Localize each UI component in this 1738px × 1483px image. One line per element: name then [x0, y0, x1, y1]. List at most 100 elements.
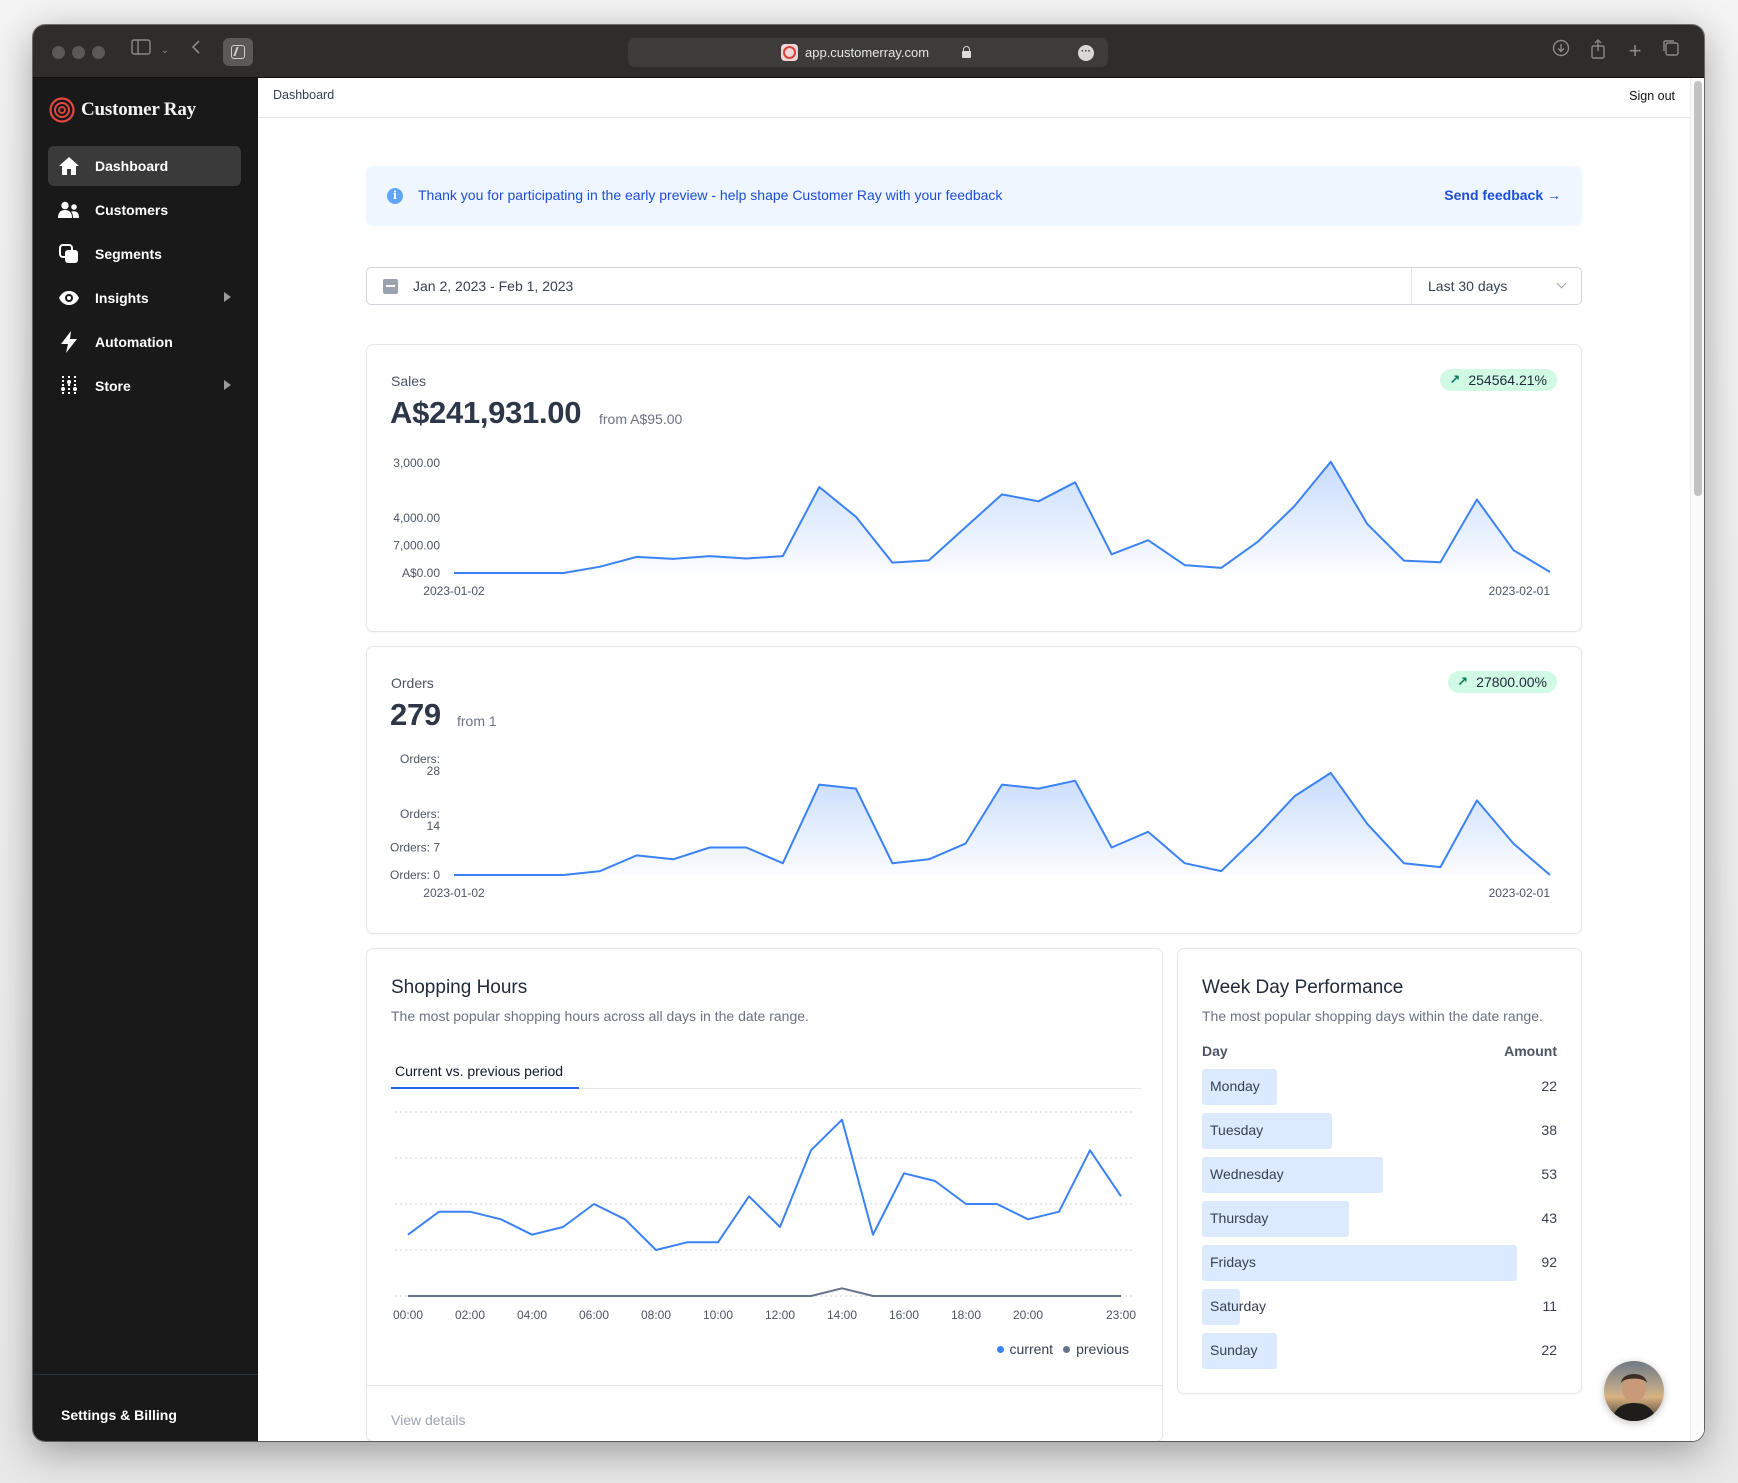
sidebar-item-customers[interactable]: Customers — [48, 190, 241, 230]
send-feedback-link[interactable]: Send feedback → — [1444, 187, 1561, 203]
customer-ray-logo-icon — [49, 97, 75, 123]
x-tick-label: 12:00 — [765, 1308, 795, 1322]
sidebar-nav: Dashboard Customers Segments Insights Au… — [48, 146, 241, 410]
legend-label: previous — [1076, 1341, 1129, 1357]
week-day-name: Sunday — [1210, 1342, 1258, 1358]
chevron-down-icon[interactable]: ⌄ — [159, 39, 171, 63]
zoom-window-button[interactable] — [92, 46, 105, 59]
sidebar-item-store[interactable]: Store — [48, 366, 241, 406]
user-avatar[interactable] — [1604, 1361, 1664, 1421]
calendar-icon — [383, 279, 398, 294]
sales-card: Sales A$241,931.00 from A$95.00 ↗ 254564… — [366, 344, 1582, 632]
share-icon[interactable] — [1588, 39, 1608, 63]
week-day-subtitle: The most popular shopping days within th… — [1202, 1008, 1543, 1024]
x-tick-label: 00:00 — [393, 1308, 423, 1322]
chevron-down-icon — [1556, 278, 1567, 289]
main-area: Dashboard Sign out i Thank you for parti… — [258, 78, 1704, 1441]
x-tick-label-end: 2023-02-01 — [1489, 886, 1551, 900]
week-day-name: Wednesday — [1210, 1166, 1284, 1182]
x-tick-label: 02:00 — [455, 1308, 485, 1322]
sidebar-toggle-icon[interactable] — [130, 39, 152, 63]
legend-current[interactable]: current — [996, 1341, 1054, 1357]
caret-right-icon[interactable] — [224, 380, 231, 390]
range-preset-select[interactable]: Last 30 days — [1411, 268, 1581, 304]
shopping-hours-subtitle: The most popular shopping hours across a… — [391, 1008, 809, 1024]
date-range-picker[interactable]: Jan 2, 2023 - Feb 1, 2023 Last 30 days — [366, 267, 1582, 305]
sidebar-item-label: Dashboard — [95, 158, 169, 174]
legend-previous[interactable]: previous — [1063, 1341, 1129, 1357]
preview-banner: i Thank you for participating in the ear… — [366, 166, 1582, 226]
sidebar-item-segments[interactable]: Segments — [48, 234, 241, 274]
close-window-button[interactable] — [52, 46, 65, 59]
week-day-row: Saturday 11 — [1202, 1289, 1557, 1325]
sidebar-item-automation[interactable]: Automation — [48, 322, 241, 362]
legend-label: current — [1009, 1341, 1054, 1357]
download-icon[interactable] — [1551, 39, 1571, 63]
legend-dot-previous — [1063, 1345, 1071, 1353]
y-tick-label: 3,000.00 — [393, 456, 440, 470]
x-tick-label: 10:00 — [703, 1308, 733, 1322]
vertical-scrollbar[interactable] — [1690, 78, 1704, 1441]
bolt-icon — [58, 331, 80, 353]
y-tick-label: 28 — [427, 764, 441, 778]
week-day-name: Fridays — [1210, 1254, 1256, 1270]
week-day-amount: 43 — [1541, 1210, 1557, 1226]
view-details-link[interactable]: View details — [391, 1412, 465, 1428]
lock-icon — [962, 46, 971, 58]
tabs-overview-icon[interactable] — [1661, 39, 1681, 63]
series-line-current — [407, 1118, 1122, 1251]
week-day-row: Thursday 43 — [1202, 1201, 1557, 1237]
browser-window: ⌄ app.customerray.com ··· + Customer Ray… — [33, 25, 1704, 1441]
week-day-name: Tuesday — [1210, 1122, 1264, 1138]
sidebar: Customer Ray Dashboard Customers Segment… — [33, 78, 258, 1441]
y-tick-label: 4,000.00 — [393, 511, 440, 525]
week-day-title: Week Day Performance — [1202, 977, 1404, 998]
banner-text: Thank you for participating in the early… — [418, 187, 1003, 203]
settings-billing-link[interactable]: Settings & Billing — [61, 1407, 177, 1423]
week-day-name: Thursday — [1210, 1210, 1269, 1226]
x-tick-label: 20:00 — [1013, 1308, 1043, 1322]
x-tick-label: 08:00 — [641, 1308, 671, 1322]
week-day-amount: 38 — [1541, 1122, 1557, 1138]
col-header-amount: Amount — [1504, 1043, 1557, 1059]
x-tick-label: 16:00 — [889, 1308, 919, 1322]
more-options-icon[interactable]: ··· — [1078, 45, 1094, 61]
scrollbar-thumb[interactable] — [1694, 81, 1702, 496]
week-day-name: Monday — [1210, 1078, 1260, 1094]
sidebar-item-dashboard[interactable]: Dashboard — [48, 146, 241, 186]
url-text: app.customerray.com — [805, 45, 930, 60]
card-footer-divider — [367, 1385, 1162, 1386]
week-day-amount: 11 — [1542, 1298, 1557, 1314]
sidebar-item-label: Automation — [95, 334, 173, 350]
new-tab-icon[interactable]: + — [1625, 39, 1645, 63]
minimize-window-button[interactable] — [72, 46, 85, 59]
orders-card: Orders 279 from 1 ↗ 27800.00% Orders: 0O… — [366, 646, 1582, 934]
x-tick-label-end: 2023-02-01 — [1489, 584, 1551, 598]
sidebar-item-label: Store — [95, 378, 131, 394]
week-day-row: Tuesday 38 — [1202, 1113, 1557, 1149]
top-header: Dashboard Sign out — [258, 78, 1690, 118]
extension-icon[interactable] — [223, 38, 253, 66]
tab-current-vs-previous[interactable]: Current vs. previous period — [391, 1057, 579, 1089]
shopping-hours-card: Shopping Hours The most popular shopping… — [366, 948, 1163, 1441]
date-range-value[interactable]: Jan 2, 2023 - Feb 1, 2023 — [413, 278, 573, 294]
breadcrumb[interactable]: Dashboard — [273, 88, 334, 102]
shopping-hours-chart: 00:00 02:00 04:00 06:00 08:00 10:00 12:00 14:00… — [393, 1111, 1136, 1322]
sidebar-item-insights[interactable]: Insights — [48, 278, 241, 318]
tab-label: Current vs. previous period — [395, 1063, 564, 1079]
back-icon[interactable] — [189, 39, 203, 63]
y-tick-label: A$0.00 — [402, 566, 440, 580]
sidebar-item-label: Segments — [95, 246, 162, 262]
series-line-previous — [408, 1287, 1121, 1297]
sidebar-divider — [33, 1374, 258, 1375]
area-fill — [454, 462, 1550, 573]
brand-logo[interactable]: Customer Ray — [49, 97, 196, 123]
x-tick-label: 06:00 — [579, 1308, 609, 1322]
week-day-amount: 22 — [1541, 1342, 1557, 1358]
brand-name: Customer Ray — [81, 99, 196, 120]
x-tick-label: 23:00 — [1106, 1308, 1136, 1322]
sidebar-item-label: Customers — [95, 202, 169, 218]
caret-right-icon[interactable] — [224, 292, 231, 302]
address-bar[interactable]: app.customerray.com ··· — [628, 38, 1108, 67]
sign-out-link[interactable]: Sign out — [1629, 89, 1675, 103]
